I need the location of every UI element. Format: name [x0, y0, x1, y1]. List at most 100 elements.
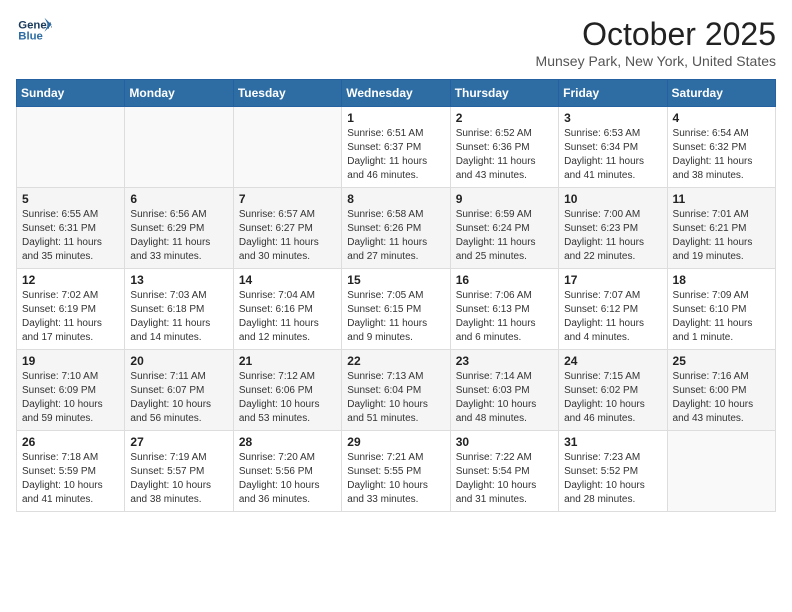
day-info: Sunrise: 7:11 AM Sunset: 6:07 PM Dayligh… — [130, 370, 227, 426]
calendar-week-3: 12 Sunrise: 7:02 AM Sunset: 6:19 PM Dayli… — [17, 269, 776, 350]
day-number: 28 — [239, 435, 336, 449]
page-header: General Blue October 2025 Munsey Park, N… — [16, 16, 776, 69]
calendar-cell: 18 Sunrise: 7:09 AM Sunset: 6:10 PM Dayli… — [667, 269, 775, 350]
day-info: Sunrise: 7:13 AM Sunset: 6:04 PM Dayligh… — [347, 370, 444, 426]
day-info: Sunrise: 7:12 AM Sunset: 6:06 PM Dayligh… — [239, 370, 336, 426]
day-info: Sunrise: 7:23 AM Sunset: 5:52 PM Dayligh… — [564, 451, 661, 507]
weekday-header-thursday: Thursday — [450, 80, 558, 107]
month-title: October 2025 — [536, 16, 776, 53]
day-number: 29 — [347, 435, 444, 449]
day-number: 12 — [22, 273, 119, 287]
day-number: 30 — [456, 435, 553, 449]
day-number: 14 — [239, 273, 336, 287]
calendar-cell — [17, 107, 125, 188]
day-info: Sunrise: 6:52 AM Sunset: 6:36 PM Dayligh… — [456, 127, 553, 183]
calendar-cell: 11Sunrise: 7:01 AM Sunset: 6:21 PM Dayli… — [667, 188, 775, 269]
day-number: 19 — [22, 354, 119, 368]
calendar-cell: 19 Sunrise: 7:10 AM Sunset: 6:09 PM Dayli… — [17, 350, 125, 431]
calendar-cell: 4 Sunrise: 6:54 AM Sunset: 6:32 PM Daylig… — [667, 107, 775, 188]
calendar-week-2: 5 Sunrise: 6:55 AM Sunset: 6:31 PM Daylig… — [17, 188, 776, 269]
calendar-cell: 5 Sunrise: 6:55 AM Sunset: 6:31 PM Daylig… — [17, 188, 125, 269]
calendar-week-5: 26Sunrise: 7:18 AM Sunset: 5:59 PM Dayli… — [17, 431, 776, 512]
day-info: Sunrise: 7:01 AM Sunset: 6:21 PM Dayligh… — [673, 208, 770, 264]
calendar-cell: 27 Sunrise: 7:19 AM Sunset: 5:57 PM Dayli… — [125, 431, 233, 512]
day-info: Sunrise: 7:04 AM Sunset: 6:16 PM Dayligh… — [239, 289, 336, 345]
day-info: Sunrise: 7:10 AM Sunset: 6:09 PM Dayligh… — [22, 370, 119, 426]
calendar-cell: 26Sunrise: 7:18 AM Sunset: 5:59 PM Dayli… — [17, 431, 125, 512]
calendar-cell: 29Sunrise: 7:21 AM Sunset: 5:55 PM Dayli… — [342, 431, 450, 512]
day-info: Sunrise: 7:20 AM Sunset: 5:56 PM Dayligh… — [239, 451, 336, 507]
day-info: Sunrise: 6:51 AM Sunset: 6:37 PM Dayligh… — [347, 127, 444, 183]
day-info: Sunrise: 7:15 AM Sunset: 6:02 PM Dayligh… — [564, 370, 661, 426]
calendar-cell — [667, 431, 775, 512]
day-number: 8 — [347, 192, 444, 206]
day-number: 24 — [564, 354, 661, 368]
calendar-cell: 22 Sunrise: 7:13 AM Sunset: 6:04 PM Dayli… — [342, 350, 450, 431]
day-info: Sunrise: 6:55 AM Sunset: 6:31 PM Dayligh… — [22, 208, 119, 264]
calendar-cell: 8 Sunrise: 6:58 AM Sunset: 6:26 PM Daylig… — [342, 188, 450, 269]
day-info: Sunrise: 6:54 AM Sunset: 6:32 PM Dayligh… — [673, 127, 770, 183]
calendar-cell — [233, 107, 341, 188]
day-number: 5 — [22, 192, 119, 206]
calendar-cell: 6 Sunrise: 6:56 AM Sunset: 6:29 PM Daylig… — [125, 188, 233, 269]
day-info: Sunrise: 7:22 AM Sunset: 5:54 PM Dayligh… — [456, 451, 553, 507]
day-info: Sunrise: 7:19 AM Sunset: 5:57 PM Dayligh… — [130, 451, 227, 507]
day-number: 2 — [456, 111, 553, 125]
day-info: Sunrise: 7:06 AM Sunset: 6:13 PM Dayligh… — [456, 289, 553, 345]
day-number: 13 — [130, 273, 227, 287]
weekday-header-sunday: Sunday — [17, 80, 125, 107]
day-number: 31 — [564, 435, 661, 449]
logo: General Blue — [16, 16, 52, 44]
day-number: 21 — [239, 354, 336, 368]
weekday-header-saturday: Saturday — [667, 80, 775, 107]
calendar-cell: 1 Sunrise: 6:51 AM Sunset: 6:37 PM Daylig… — [342, 107, 450, 188]
day-info: Sunrise: 7:14 AM Sunset: 6:03 PM Dayligh… — [456, 370, 553, 426]
day-number: 16 — [456, 273, 553, 287]
weekday-header-friday: Friday — [559, 80, 667, 107]
day-number: 17 — [564, 273, 661, 287]
calendar-cell: 30 Sunrise: 7:22 AM Sunset: 5:54 PM Dayli… — [450, 431, 558, 512]
day-info: Sunrise: 7:05 AM Sunset: 6:15 PM Dayligh… — [347, 289, 444, 345]
calendar-week-4: 19 Sunrise: 7:10 AM Sunset: 6:09 PM Dayli… — [17, 350, 776, 431]
day-number: 22 — [347, 354, 444, 368]
calendar-cell: 28 Sunrise: 7:20 AM Sunset: 5:56 PM Dayli… — [233, 431, 341, 512]
day-number: 18 — [673, 273, 770, 287]
day-info: Sunrise: 7:09 AM Sunset: 6:10 PM Dayligh… — [673, 289, 770, 345]
day-info: Sunrise: 7:00 AM Sunset: 6:23 PM Dayligh… — [564, 208, 661, 264]
weekday-header-row: SundayMondayTuesdayWednesdayThursdayFrid… — [17, 80, 776, 107]
location: Munsey Park, New York, United States — [536, 53, 776, 69]
logo-icon: General Blue — [16, 16, 52, 44]
day-number: 10 — [564, 192, 661, 206]
title-block: October 2025 Munsey Park, New York, Unit… — [536, 16, 776, 69]
day-number: 4 — [673, 111, 770, 125]
day-info: Sunrise: 6:56 AM Sunset: 6:29 PM Dayligh… — [130, 208, 227, 264]
calendar-cell: 21 Sunrise: 7:12 AM Sunset: 6:06 PM Dayli… — [233, 350, 341, 431]
calendar-cell: 13 Sunrise: 7:03 AM Sunset: 6:18 PM Dayli… — [125, 269, 233, 350]
day-info: Sunrise: 6:57 AM Sunset: 6:27 PM Dayligh… — [239, 208, 336, 264]
svg-text:Blue: Blue — [18, 31, 43, 43]
day-info: Sunrise: 6:59 AM Sunset: 6:24 PM Dayligh… — [456, 208, 553, 264]
day-number: 15 — [347, 273, 444, 287]
day-info: Sunrise: 7:02 AM Sunset: 6:19 PM Dayligh… — [22, 289, 119, 345]
day-number: 25 — [673, 354, 770, 368]
calendar-cell: 24 Sunrise: 7:15 AM Sunset: 6:02 PM Dayli… — [559, 350, 667, 431]
calendar-cell: 15 Sunrise: 7:05 AM Sunset: 6:15 PM Dayli… — [342, 269, 450, 350]
weekday-header-wednesday: Wednesday — [342, 80, 450, 107]
day-info: Sunrise: 6:53 AM Sunset: 6:34 PM Dayligh… — [564, 127, 661, 183]
calendar-cell: 23Sunrise: 7:14 AM Sunset: 6:03 PM Dayli… — [450, 350, 558, 431]
weekday-header-tuesday: Tuesday — [233, 80, 341, 107]
calendar-cell: 9Sunrise: 6:59 AM Sunset: 6:24 PM Daylig… — [450, 188, 558, 269]
day-info: Sunrise: 6:58 AM Sunset: 6:26 PM Dayligh… — [347, 208, 444, 264]
day-info: Sunrise: 7:03 AM Sunset: 6:18 PM Dayligh… — [130, 289, 227, 345]
day-number: 26 — [22, 435, 119, 449]
calendar-cell: 20 Sunrise: 7:11 AM Sunset: 6:07 PM Dayli… — [125, 350, 233, 431]
calendar-cell: 17Sunrise: 7:07 AM Sunset: 6:12 PM Dayli… — [559, 269, 667, 350]
day-number: 7 — [239, 192, 336, 206]
day-number: 6 — [130, 192, 227, 206]
calendar-cell: 16 Sunrise: 7:06 AM Sunset: 6:13 PM Dayli… — [450, 269, 558, 350]
day-number: 1 — [347, 111, 444, 125]
day-number: 27 — [130, 435, 227, 449]
calendar-cell: 31 Sunrise: 7:23 AM Sunset: 5:52 PM Dayli… — [559, 431, 667, 512]
day-number: 20 — [130, 354, 227, 368]
calendar-cell — [125, 107, 233, 188]
